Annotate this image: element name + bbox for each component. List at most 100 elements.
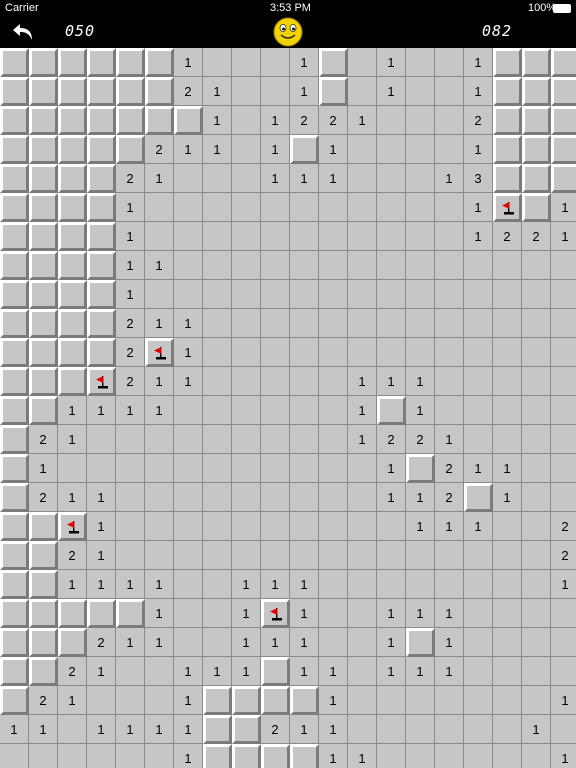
closed-tile[interactable] xyxy=(58,280,87,309)
open-tile[interactable] xyxy=(290,512,319,541)
open-tile[interactable] xyxy=(232,425,261,454)
open-tile[interactable] xyxy=(145,512,174,541)
open-tile[interactable] xyxy=(551,657,576,686)
closed-tile[interactable] xyxy=(0,77,29,106)
open-tile[interactable]: 2 xyxy=(319,106,348,135)
open-tile[interactable] xyxy=(493,309,522,338)
open-tile[interactable] xyxy=(348,309,377,338)
open-tile[interactable]: 1 xyxy=(435,628,464,657)
closed-tile[interactable] xyxy=(58,164,87,193)
open-tile[interactable] xyxy=(464,367,493,396)
closed-tile[interactable] xyxy=(58,48,87,77)
open-tile[interactable] xyxy=(551,338,576,367)
closed-tile[interactable] xyxy=(522,77,551,106)
open-tile[interactable]: 1 xyxy=(174,309,203,338)
open-tile[interactable]: 2 xyxy=(174,77,203,106)
closed-tile[interactable] xyxy=(58,309,87,338)
closed-tile[interactable] xyxy=(551,135,576,164)
open-tile[interactable] xyxy=(406,686,435,715)
closed-tile[interactable] xyxy=(0,686,29,715)
open-tile[interactable] xyxy=(290,193,319,222)
open-tile[interactable]: 2 xyxy=(58,541,87,570)
open-tile[interactable] xyxy=(348,541,377,570)
open-tile[interactable]: 1 xyxy=(87,657,116,686)
open-tile[interactable] xyxy=(174,628,203,657)
open-tile[interactable] xyxy=(464,628,493,657)
open-tile[interactable] xyxy=(87,744,116,768)
open-tile[interactable] xyxy=(522,251,551,280)
open-tile[interactable]: 1 xyxy=(348,425,377,454)
open-tile[interactable] xyxy=(203,570,232,599)
open-tile[interactable] xyxy=(29,744,58,768)
open-tile[interactable] xyxy=(232,77,261,106)
open-tile[interactable] xyxy=(522,744,551,768)
open-tile[interactable] xyxy=(522,628,551,657)
open-tile[interactable] xyxy=(261,425,290,454)
open-tile[interactable] xyxy=(551,715,576,744)
open-tile[interactable]: 1 xyxy=(116,628,145,657)
open-tile[interactable]: 1 xyxy=(319,135,348,164)
open-tile[interactable] xyxy=(435,686,464,715)
open-tile[interactable] xyxy=(493,570,522,599)
open-tile[interactable] xyxy=(145,483,174,512)
closed-tile[interactable] xyxy=(0,106,29,135)
open-tile[interactable]: 1 xyxy=(290,48,319,77)
open-tile[interactable] xyxy=(435,338,464,367)
open-tile[interactable] xyxy=(377,106,406,135)
open-tile[interactable] xyxy=(174,280,203,309)
open-tile[interactable]: 1 xyxy=(319,744,348,768)
flagged-tile[interactable] xyxy=(261,599,290,628)
open-tile[interactable]: 1 xyxy=(406,483,435,512)
closed-tile[interactable] xyxy=(29,77,58,106)
open-tile[interactable]: 1 xyxy=(435,164,464,193)
open-tile[interactable]: 1 xyxy=(116,396,145,425)
open-tile[interactable]: 1 xyxy=(464,222,493,251)
open-tile[interactable] xyxy=(116,425,145,454)
open-tile[interactable] xyxy=(435,193,464,222)
open-tile[interactable] xyxy=(348,251,377,280)
open-tile[interactable]: 2 xyxy=(261,715,290,744)
open-tile[interactable] xyxy=(203,425,232,454)
open-tile[interactable] xyxy=(87,425,116,454)
closed-tile[interactable] xyxy=(29,657,58,686)
open-tile[interactable] xyxy=(174,396,203,425)
open-tile[interactable]: 1 xyxy=(203,135,232,164)
closed-tile[interactable] xyxy=(29,541,58,570)
open-tile[interactable] xyxy=(435,570,464,599)
open-tile[interactable] xyxy=(377,280,406,309)
open-tile[interactable] xyxy=(435,48,464,77)
open-tile[interactable]: 1 xyxy=(290,599,319,628)
closed-tile[interactable] xyxy=(87,164,116,193)
open-tile[interactable] xyxy=(377,715,406,744)
open-tile[interactable] xyxy=(377,512,406,541)
open-tile[interactable] xyxy=(145,744,174,768)
open-tile[interactable]: 1 xyxy=(377,483,406,512)
open-tile[interactable]: 1 xyxy=(464,193,493,222)
open-tile[interactable]: 1 xyxy=(464,135,493,164)
open-tile[interactable] xyxy=(348,135,377,164)
open-tile[interactable]: 1 xyxy=(116,222,145,251)
closed-tile[interactable] xyxy=(0,657,29,686)
open-tile[interactable] xyxy=(348,628,377,657)
closed-tile[interactable] xyxy=(319,48,348,77)
open-tile[interactable] xyxy=(348,164,377,193)
open-tile[interactable]: 1 xyxy=(58,570,87,599)
closed-tile[interactable] xyxy=(87,193,116,222)
open-tile[interactable]: 1 xyxy=(377,48,406,77)
open-tile[interactable] xyxy=(435,309,464,338)
open-tile[interactable] xyxy=(290,454,319,483)
open-tile[interactable] xyxy=(522,570,551,599)
closed-tile[interactable] xyxy=(87,106,116,135)
open-tile[interactable]: 1 xyxy=(87,483,116,512)
open-tile[interactable]: 2 xyxy=(464,106,493,135)
open-tile[interactable] xyxy=(203,222,232,251)
open-tile[interactable]: 1 xyxy=(493,454,522,483)
open-tile[interactable]: 1 xyxy=(377,367,406,396)
open-tile[interactable] xyxy=(232,338,261,367)
open-tile[interactable] xyxy=(493,599,522,628)
open-tile[interactable] xyxy=(232,454,261,483)
open-tile[interactable] xyxy=(232,193,261,222)
closed-tile[interactable] xyxy=(406,628,435,657)
open-tile[interactable] xyxy=(232,251,261,280)
open-tile[interactable] xyxy=(232,106,261,135)
